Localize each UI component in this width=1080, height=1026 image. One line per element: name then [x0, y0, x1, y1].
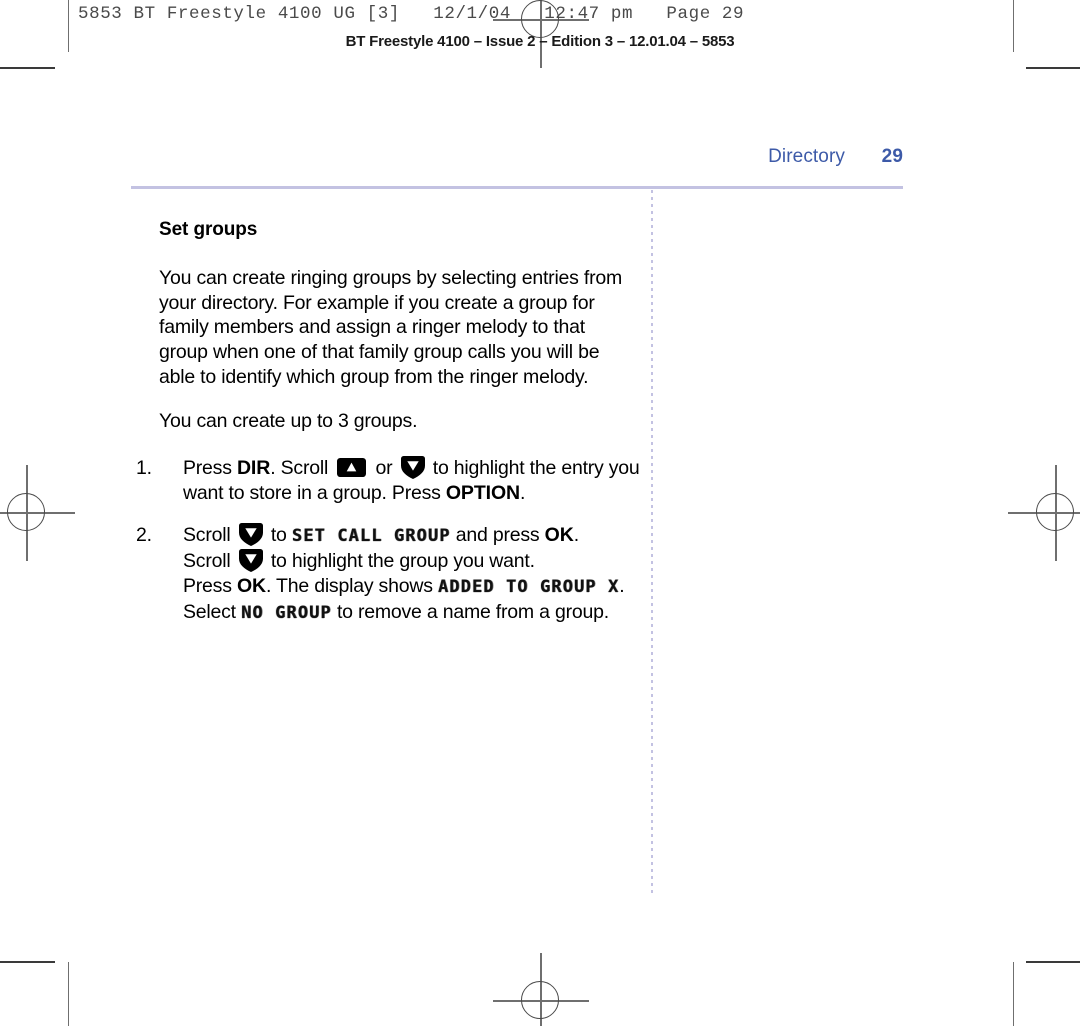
- registration-mark-right: [1008, 465, 1080, 561]
- paragraph-limit: You can create up to 3 groups.: [159, 410, 418, 433]
- lcd-display-text: NO GROUP: [241, 602, 332, 623]
- scroll-down-key-icon: [238, 549, 263, 573]
- printed-page: 5853 BT Freestyle 4100 UG [3] 12/1/04 12…: [0, 0, 1080, 1026]
- registration-mark-bottom: [493, 953, 589, 1026]
- procedure-step: Scroll to SET CALL GROUP and press OK. Sc…: [136, 523, 629, 625]
- crop-mark-bottom-right-horizontal: [1026, 961, 1080, 963]
- crop-mark-top-right-horizontal: [1026, 67, 1080, 69]
- procedure-step-line: want to store in a group. Press OPTION.: [183, 481, 526, 504]
- handset-key-label: OK: [236, 574, 267, 597]
- crop-mark-top-left-horizontal: [0, 67, 55, 69]
- page-number: 29: [881, 146, 903, 167]
- handset-key-label: OK: [544, 524, 574, 547]
- paragraph-intro: You can create ringing groups by selecti…: [159, 266, 623, 388]
- scroll-down-key-icon: [400, 456, 425, 480]
- lcd-display-text: ADDED TO GROUP X: [437, 576, 620, 597]
- scroll-up-key-icon: [337, 458, 367, 478]
- running-head: Directory 29: [131, 146, 903, 168]
- registration-mark-left: [0, 465, 75, 561]
- procedure-step-line: Scroll to highlight the group you want.: [183, 549, 535, 573]
- procedure-step-line: Scroll to SET CALL GROUP and press OK.: [183, 523, 579, 547]
- procedure-steps: Press DIR. Scroll or to highlight the en…: [136, 456, 640, 625]
- crop-mark-bottom-left-horizontal: [0, 961, 55, 963]
- procedure-step-line: Select NO GROUP to remove a name from a …: [183, 600, 609, 623]
- section-title: Set groups: [159, 219, 258, 240]
- crop-mark-bottom-right-vertical: [1013, 962, 1014, 1026]
- handset-key-label: DIR: [236, 457, 271, 480]
- body-column: Set groups You can create ringing groups…: [136, 219, 640, 643]
- scroll-down-key-icon: [238, 523, 263, 547]
- procedure-step: Press DIR. Scroll or to highlight the en…: [136, 456, 640, 505]
- lcd-display-text: SET CALL GROUP: [291, 526, 451, 547]
- column-divider: [651, 190, 653, 896]
- procedure-step-line: Press OK. The display shows ADDED TO GRO…: [183, 574, 625, 597]
- crop-mark-bottom-left-vertical: [68, 962, 69, 1026]
- procedure-step-line: Press DIR. Scroll or to highlight the en…: [183, 456, 640, 480]
- handset-key-label: OPTION: [445, 481, 521, 504]
- running-head-chapter: Directory: [768, 146, 845, 167]
- edition-footer-line: BT Freestyle 4100 – Issue 2 – Edition 3 …: [345, 33, 735, 50]
- header-rule: [131, 186, 903, 189]
- imposition-slug-line: 5853 BT Freestyle 4100 UG [3] 12/1/04 12…: [78, 4, 745, 24]
